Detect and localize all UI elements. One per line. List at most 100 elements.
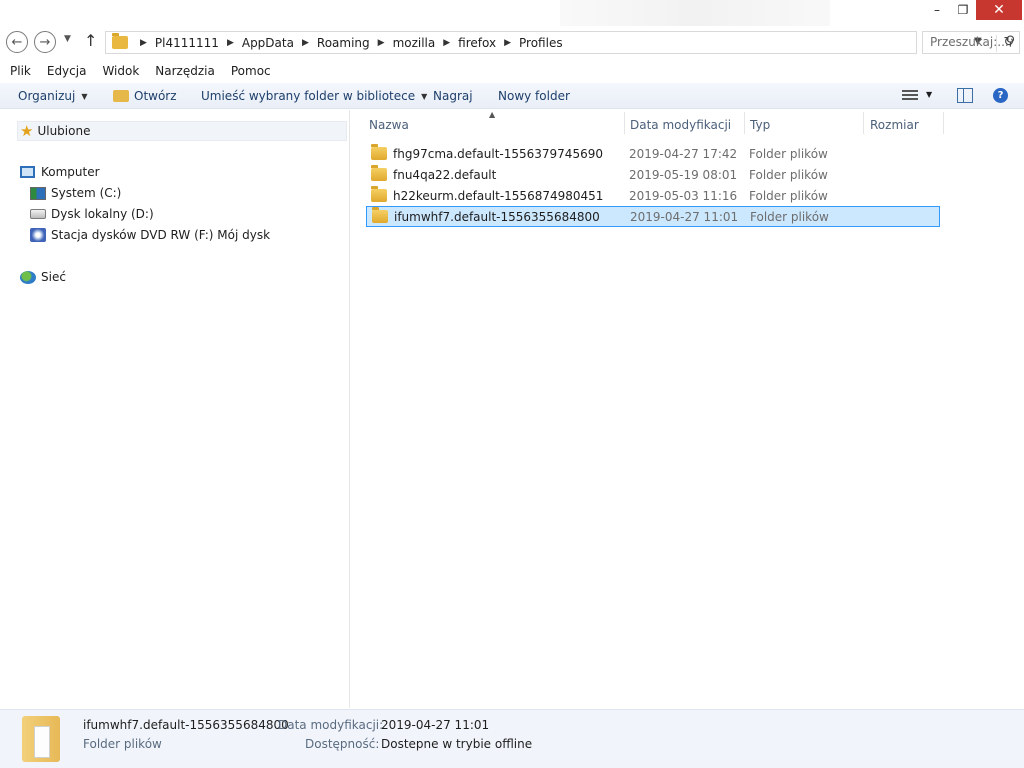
folder-thumbnail-icon — [22, 716, 60, 762]
file-date: 2019-05-03 11:16 — [629, 188, 738, 203]
column-divider[interactable] — [863, 112, 864, 134]
search-input[interactable]: Przeszukaj:... ⚲ — [922, 31, 1020, 54]
folder-icon — [371, 186, 387, 202]
background-ghost — [560, 0, 830, 26]
menu-tools[interactable]: Narzędzia — [155, 64, 215, 78]
chevron-right-icon[interactable]: ▶ — [443, 38, 450, 48]
chevron-right-icon[interactable]: ▶ — [302, 38, 309, 48]
file-type: Folder plików — [749, 167, 828, 182]
file-type: Folder plików — [749, 146, 828, 161]
folder-icon — [372, 207, 388, 223]
caret-down-icon: ▼ — [81, 91, 88, 101]
menu-view[interactable]: Widok — [102, 64, 139, 78]
details-kind: Folder plików — [83, 737, 162, 751]
title-bar: – ❐ ✕ — [0, 0, 1024, 28]
column-type[interactable]: Typ — [750, 118, 770, 132]
nav-favorites-label: Ulubione — [37, 124, 91, 138]
command-bar: Organizuj ▼ Otwórz Umieść wybrany folder … — [0, 83, 1024, 109]
nav-drive-d[interactable]: Dysk lokalny (D:) — [30, 207, 154, 221]
help-icon[interactable]: ? — [993, 88, 1008, 103]
minimize-button[interactable]: – — [924, 0, 950, 20]
maximize-button[interactable]: ❐ — [950, 0, 976, 20]
search-icon: ⚲ — [1005, 34, 1015, 49]
nav-drive-c[interactable]: System (C:) — [30, 186, 121, 200]
star-icon: ★ — [20, 122, 34, 140]
breadcrumb-item[interactable]: firefox — [458, 36, 496, 50]
caret-down-icon: ▼ — [421, 91, 428, 101]
column-size[interactable]: Rozmiar — [870, 118, 919, 132]
table-row[interactable]: h22keurm.default-1556874980451 2019-05-0… — [366, 185, 940, 206]
folder-icon — [371, 165, 387, 181]
file-name: h22keurm.default-1556874980451 — [393, 188, 604, 203]
burn-label: Nagraj — [433, 89, 473, 103]
column-date[interactable]: Data modyfikacji — [630, 118, 731, 132]
include-library-label: Umieść wybrany folder w bibliotece — [201, 89, 416, 103]
nav-drive-f[interactable]: Stacja dysków DVD RW (F:) Mój dysk — [30, 228, 270, 242]
menu-help[interactable]: Pomoc — [231, 64, 271, 78]
details-availability-label: Dostępność: — [305, 737, 380, 751]
chevron-right-icon[interactable]: ▶ — [378, 38, 385, 48]
file-date: 2019-05-19 08:01 — [629, 167, 738, 182]
chevron-right-icon[interactable]: ▶ — [504, 38, 511, 48]
nav-computer-label: Komputer — [41, 165, 100, 179]
include-in-library-button[interactable]: Umieść wybrany folder w bibliotece ▼ — [201, 89, 427, 103]
file-date: 2019-04-27 17:42 — [629, 146, 738, 161]
breadcrumb-item[interactable]: Profiles — [519, 36, 563, 50]
breadcrumb-item[interactable]: Pl4111111 — [155, 36, 219, 50]
chevron-down-icon: ▼ — [64, 34, 71, 44]
search-placeholder: Przeszukaj:... — [930, 35, 1009, 49]
computer-icon — [20, 166, 35, 178]
organize-button[interactable]: Organizuj ▼ — [18, 89, 87, 103]
burn-button[interactable]: Nagraj — [433, 89, 473, 103]
arrow-left-icon: ← — [11, 34, 23, 50]
table-row[interactable]: fhg97cma.default-1556379745690 2019-04-2… — [366, 143, 940, 164]
file-name: fnu4qa22.default — [393, 167, 497, 182]
details-name: ifumwhf7.default-1556355684800 — [83, 718, 289, 732]
column-divider[interactable] — [744, 112, 745, 134]
column-divider[interactable] — [624, 112, 625, 134]
menu-edit[interactable]: Edycja — [47, 64, 87, 78]
file-type: Folder plików — [749, 188, 828, 203]
table-row[interactable]: fnu4qa22.default 2019-05-19 08:01 Folder… — [366, 164, 940, 185]
nav-drive-d-label: Dysk lokalny (D:) — [51, 207, 154, 221]
breadcrumb-item[interactable]: AppData — [242, 36, 294, 50]
menu-file[interactable]: Plik — [10, 64, 31, 78]
dvd-drive-icon — [30, 228, 46, 242]
file-date: 2019-04-27 11:01 — [630, 209, 739, 224]
breadcrumb-item[interactable]: mozilla — [393, 36, 436, 50]
open-button[interactable]: Otwórz — [113, 89, 177, 103]
breadcrumb-item[interactable]: Roaming — [317, 36, 370, 50]
new-folder-button[interactable]: Nowy folder — [498, 89, 570, 103]
column-name[interactable]: Nazwa — [369, 118, 409, 132]
nav-drive-f-label: Stacja dysków DVD RW (F:) Mój dysk — [51, 228, 271, 242]
chevron-right-icon[interactable]: ▶ — [227, 38, 234, 48]
change-view-icon[interactable] — [902, 88, 918, 102]
back-button[interactable]: ← — [6, 31, 28, 53]
open-label: Otwórz — [134, 89, 177, 103]
sort-ascending-icon: ▲ — [489, 110, 496, 119]
up-button[interactable]: ↑ — [84, 31, 97, 50]
file-type: Folder plików — [750, 209, 829, 224]
close-button[interactable]: ✕ — [976, 0, 1022, 20]
column-header-row: ▲ Nazwa Data modyfikacji Typ Rozmiar — [351, 110, 1024, 136]
forward-button[interactable]: → — [34, 31, 56, 53]
nav-network[interactable]: Sieć — [20, 270, 66, 284]
navigation-pane: ★ Ulubione Komputer System (C:) Dysk lok… — [0, 110, 350, 708]
view-options-caret-icon[interactable]: ▼ — [926, 90, 932, 99]
breadcrumb[interactable]: ▶ Pl4111111 ▶ AppData ▶ Roaming ▶ mozill… — [105, 31, 1014, 54]
menu-bar: Plik Edycja Widok Narzędzia Pomoc — [0, 60, 1024, 82]
table-row-selected[interactable]: ifumwhf7.default-1556355684800 2019-04-2… — [366, 206, 940, 227]
nav-favorites[interactable]: ★ Ulubione — [17, 121, 347, 141]
chevron-right-icon: ▶ — [140, 37, 147, 48]
nav-drive-c-label: System (C:) — [51, 186, 122, 200]
organize-label: Organizuj — [18, 89, 76, 103]
file-list-pane: ▲ Nazwa Data modyfikacji Typ Rozmiar fhg… — [351, 110, 1024, 708]
column-divider[interactable] — [943, 112, 944, 134]
preview-pane-icon[interactable] — [957, 88, 973, 103]
nav-network-label: Sieć — [41, 270, 66, 284]
file-name: ifumwhf7.default-1556355684800 — [394, 209, 600, 224]
recent-locations-button[interactable]: ▼ — [64, 34, 71, 44]
folder-icon — [112, 33, 128, 49]
nav-computer[interactable]: Komputer — [20, 165, 100, 179]
arrow-up-icon: ↑ — [84, 31, 98, 50]
